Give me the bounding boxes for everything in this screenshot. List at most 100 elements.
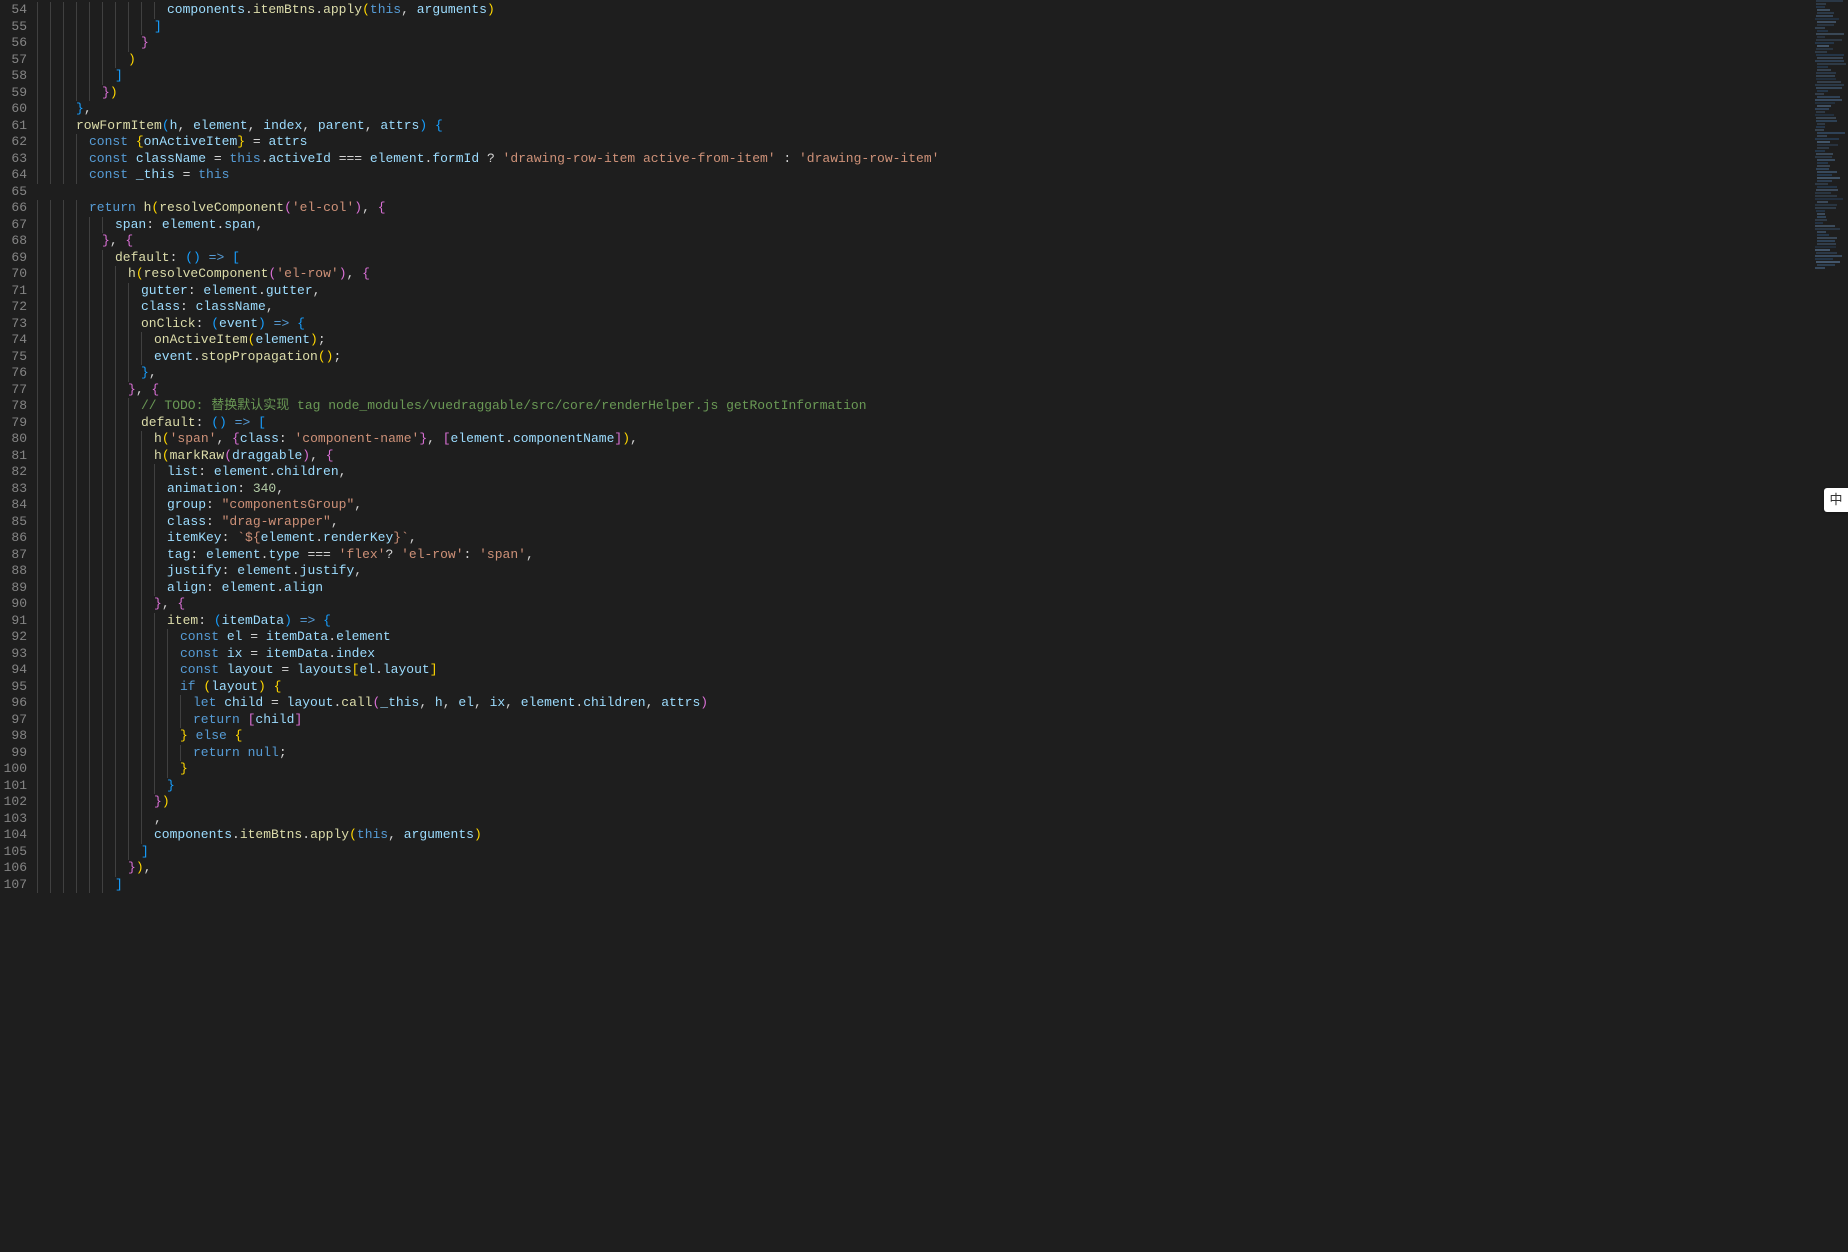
line-number: 95 (0, 679, 27, 696)
code-line[interactable]: const ix = itemData.index (35, 646, 1813, 663)
line-number: 85 (0, 514, 27, 531)
code-line[interactable]: ] (35, 68, 1813, 85)
code-line[interactable]: ] (35, 844, 1813, 861)
code-line[interactable]: }, (35, 101, 1813, 118)
code-line[interactable]: } (35, 35, 1813, 52)
code-line[interactable]: h('span', {class: 'component-name'}, [el… (35, 431, 1813, 448)
code-line[interactable]: default: () => [ (35, 415, 1813, 432)
code-line[interactable]: }, (35, 365, 1813, 382)
code-line[interactable]: // TODO: 替换默认实现 tag node_modules/vuedrag… (35, 398, 1813, 415)
line-number: 92 (0, 629, 27, 646)
code-line[interactable]: class: "drag-wrapper", (35, 514, 1813, 531)
code-line[interactable]: event.stopPropagation(); (35, 349, 1813, 366)
code-line[interactable]: default: () => [ (35, 250, 1813, 267)
code-line[interactable] (35, 184, 1813, 201)
code-line[interactable]: } (35, 761, 1813, 778)
code-line[interactable]: const {onActiveItem} = attrs (35, 134, 1813, 151)
code-line[interactable]: const el = itemData.element (35, 629, 1813, 646)
code-line[interactable]: group: "componentsGroup", (35, 497, 1813, 514)
code-line[interactable]: justify: element.justify, (35, 563, 1813, 580)
ime-badge[interactable]: 中 (1824, 488, 1848, 512)
line-number: 94 (0, 662, 27, 679)
code-line[interactable]: rowFormItem(h, element, index, parent, a… (35, 118, 1813, 135)
line-number: 69 (0, 250, 27, 267)
code-line[interactable]: ) (35, 52, 1813, 69)
code-line[interactable]: animation: 340, (35, 481, 1813, 498)
line-number: 67 (0, 217, 27, 234)
code-line[interactable]: let child = layout.call(_this, h, el, ix… (35, 695, 1813, 712)
code-line[interactable]: class: className, (35, 299, 1813, 316)
code-line[interactable]: h(resolveComponent('el-row'), { (35, 266, 1813, 283)
line-number: 96 (0, 695, 27, 712)
line-number: 100 (0, 761, 27, 778)
line-number: 106 (0, 860, 27, 877)
line-number: 57 (0, 52, 27, 69)
code-line[interactable]: components.itemBtns.apply(this, argument… (35, 2, 1813, 19)
line-number: 80 (0, 431, 27, 448)
line-number: 79 (0, 415, 27, 432)
code-line[interactable]: }, { (35, 596, 1813, 613)
line-number: 105 (0, 844, 27, 861)
code-line[interactable]: } (35, 778, 1813, 795)
line-number: 103 (0, 811, 27, 828)
line-number: 101 (0, 778, 27, 795)
line-number: 87 (0, 547, 27, 564)
minimap-content (1815, 0, 1846, 270)
line-number: 55 (0, 19, 27, 36)
line-number: 76 (0, 365, 27, 382)
code-line[interactable]: }, { (35, 382, 1813, 399)
code-line[interactable]: }) (35, 794, 1813, 811)
line-number: 65 (0, 184, 27, 201)
line-number: 64 (0, 167, 27, 184)
code-line[interactable]: , (35, 811, 1813, 828)
line-number: 98 (0, 728, 27, 745)
editor-container: 5455565758596061626364656667686970717273… (0, 0, 1848, 1252)
code-line[interactable]: return [child] (35, 712, 1813, 729)
line-number: 72 (0, 299, 27, 316)
line-number: 91 (0, 613, 27, 630)
line-number: 73 (0, 316, 27, 333)
code-line[interactable]: return null; (35, 745, 1813, 762)
line-number: 71 (0, 283, 27, 300)
code-line[interactable]: }), (35, 860, 1813, 877)
code-line[interactable]: }) (35, 85, 1813, 102)
code-line[interactable]: const _this = this (35, 167, 1813, 184)
code-line[interactable]: list: element.children, (35, 464, 1813, 481)
code-line[interactable]: itemKey: `${element.renderKey}`, (35, 530, 1813, 547)
line-number: 84 (0, 497, 27, 514)
line-number: 82 (0, 464, 27, 481)
line-number: 83 (0, 481, 27, 498)
line-number: 88 (0, 563, 27, 580)
code-line[interactable]: onActiveItem(element); (35, 332, 1813, 349)
code-line[interactable]: tag: element.type === 'flex'? 'el-row': … (35, 547, 1813, 564)
code-line[interactable]: align: element.align (35, 580, 1813, 597)
code-line[interactable]: const className = this.activeId === elem… (35, 151, 1813, 168)
line-number: 102 (0, 794, 27, 811)
code-line[interactable]: span: element.span, (35, 217, 1813, 234)
code-line[interactable]: const layout = layouts[el.layout] (35, 662, 1813, 679)
code-line[interactable]: }, { (35, 233, 1813, 250)
line-number: 62 (0, 134, 27, 151)
line-number: 93 (0, 646, 27, 663)
code-editor-area[interactable]: components.itemBtns.apply(this, argument… (35, 0, 1813, 1252)
line-number: 78 (0, 398, 27, 415)
line-number: 63 (0, 151, 27, 168)
code-line[interactable]: } else { (35, 728, 1813, 745)
code-line[interactable]: components.itemBtns.apply(this, argument… (35, 827, 1813, 844)
line-number: 56 (0, 35, 27, 52)
line-number: 99 (0, 745, 27, 762)
minimap[interactable] (1813, 0, 1848, 1252)
line-number: 77 (0, 382, 27, 399)
line-number: 75 (0, 349, 27, 366)
code-line[interactable]: h(markRaw(draggable), { (35, 448, 1813, 465)
code-line[interactable]: return h(resolveComponent('el-col'), { (35, 200, 1813, 217)
code-line[interactable]: if (layout) { (35, 679, 1813, 696)
line-number: 61 (0, 118, 27, 135)
code-line[interactable]: ] (35, 19, 1813, 36)
code-line[interactable]: ] (35, 877, 1813, 894)
code-line[interactable]: item: (itemData) => { (35, 613, 1813, 630)
line-number: 86 (0, 530, 27, 547)
code-line[interactable]: onClick: (event) => { (35, 316, 1813, 333)
line-number: 90 (0, 596, 27, 613)
code-line[interactable]: gutter: element.gutter, (35, 283, 1813, 300)
